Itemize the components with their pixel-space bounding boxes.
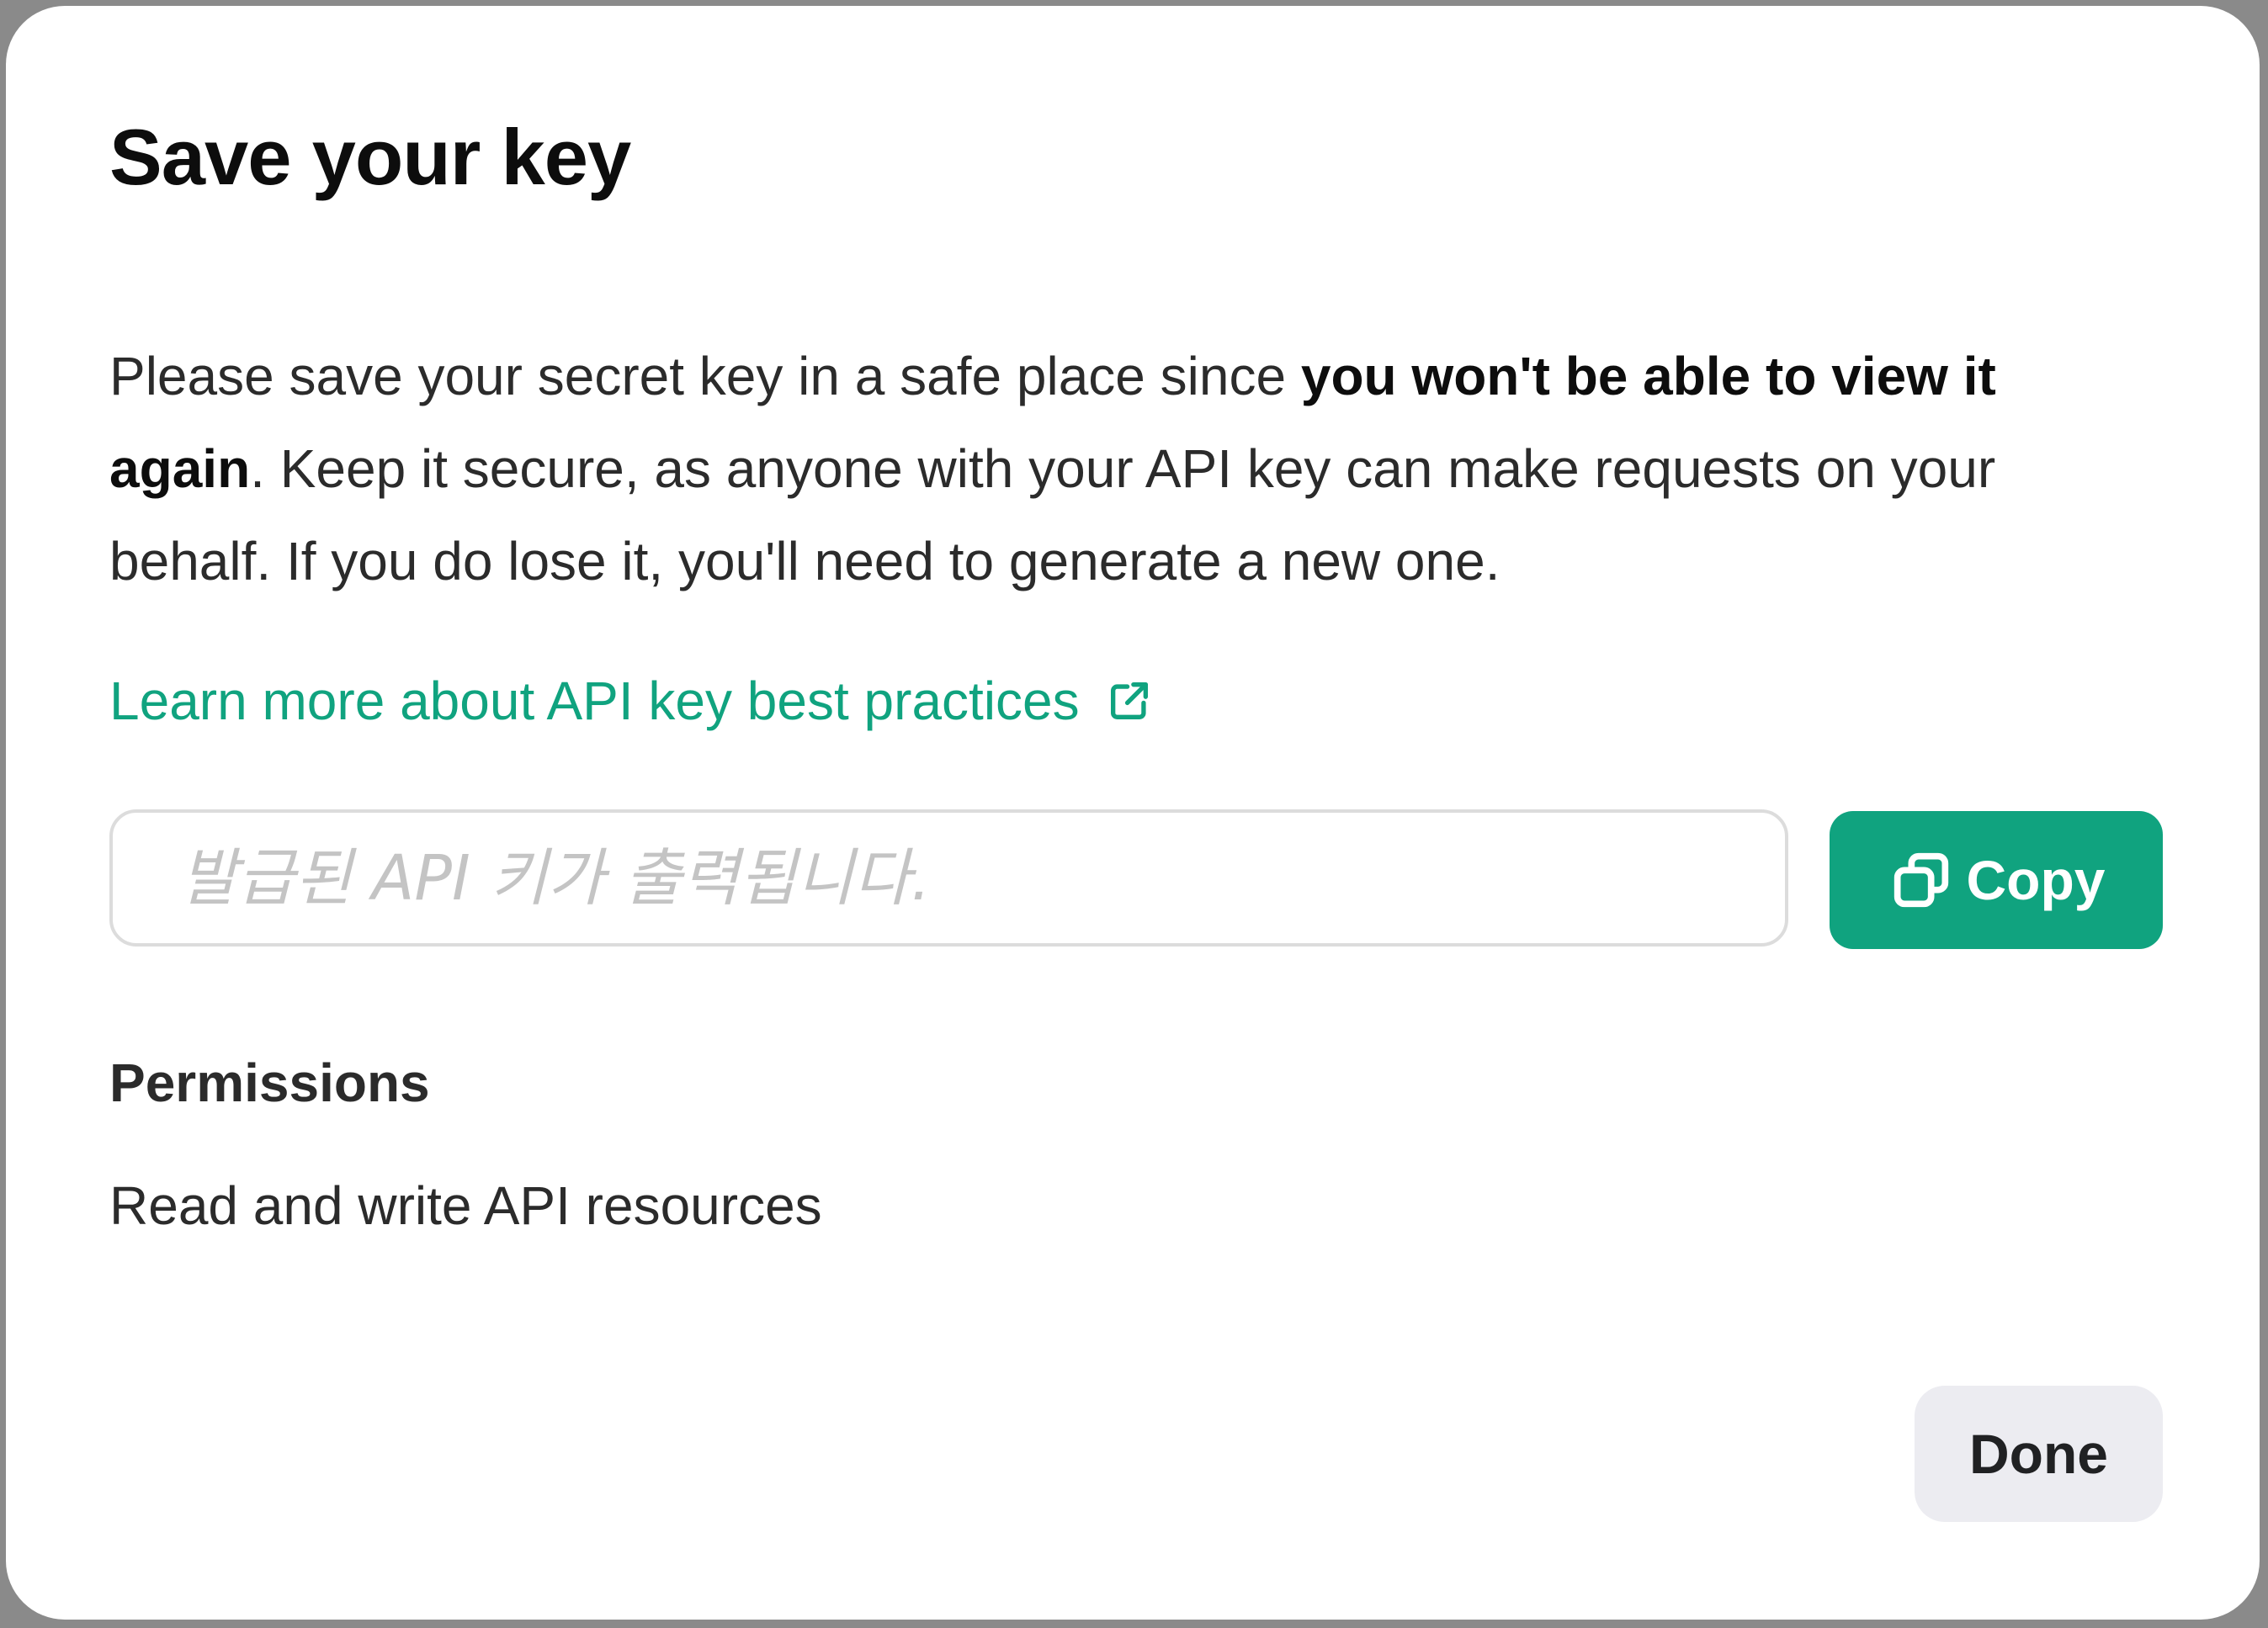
done-button[interactable]: Done [1915, 1386, 2163, 1522]
permissions-heading: Permissions [109, 1053, 430, 1113]
api-key-field[interactable] [109, 809, 1788, 947]
permissions-value: Read and write API resources [109, 1175, 822, 1236]
description-text-end: . Keep it secure, as anyone with your AP… [109, 438, 1996, 591]
save-key-dialog: Save your key Please save your secret ke… [6, 6, 2260, 1620]
description-text-start: Please save your secret key in a safe pl… [109, 346, 1301, 406]
external-link-icon [1110, 682, 1148, 719]
copy-button-label: Copy [1966, 849, 2106, 911]
learn-more-link-label: Learn more about API key best practices [109, 671, 1080, 731]
dialog-description: Please save your secret key in a safe pl… [109, 330, 2163, 607]
dialog-title: Save your key [109, 113, 631, 201]
copy-icon [1894, 852, 1948, 908]
learn-more-link[interactable]: Learn more about API key best practices [109, 667, 1154, 734]
copy-button[interactable]: Copy [1830, 811, 2163, 949]
